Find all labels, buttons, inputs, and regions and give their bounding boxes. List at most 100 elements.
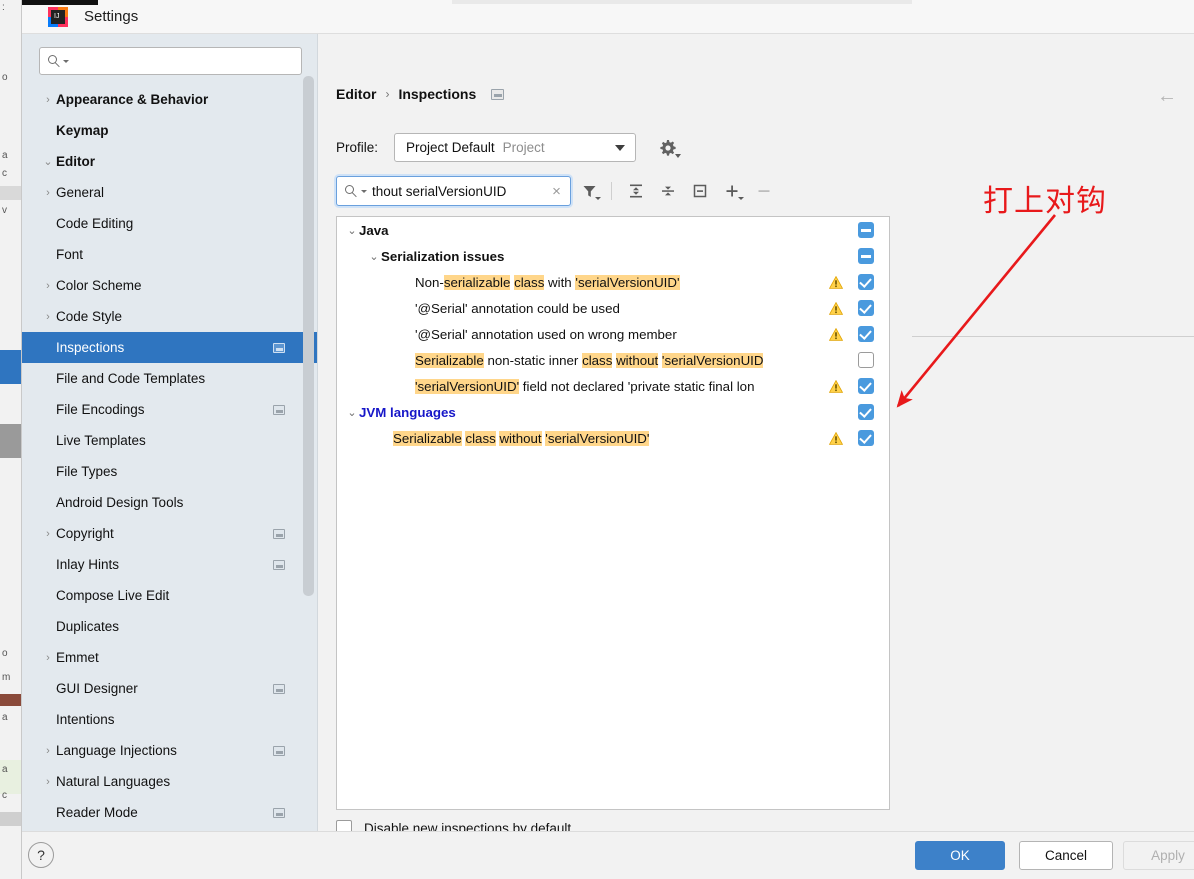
- inspections-tree[interactable]: ⌄ Java ⌄ Serialization issues Non-serializab…: [336, 216, 890, 810]
- sidebar-item-code-style[interactable]: › Code Style: [22, 301, 317, 332]
- sidebar-item-font[interactable]: Font: [22, 239, 317, 270]
- inspection-tree-row[interactable]: ⌄ Serialization issues: [337, 243, 889, 269]
- project-scope-badge-icon: [273, 404, 285, 415]
- cancel-button[interactable]: Cancel: [1019, 841, 1113, 870]
- sidebar-item-general[interactable]: › General: [22, 177, 317, 208]
- sidebar-item-language-injections[interactable]: › Language Injections: [22, 735, 317, 766]
- sidebar-item-label: File Encodings: [56, 402, 145, 417]
- inspection-tree-row[interactable]: '@Serial' annotation could be used: [337, 295, 889, 321]
- sidebar-item-intentions[interactable]: Intentions: [22, 704, 317, 735]
- sidebar-item-label: File Types: [56, 464, 118, 479]
- sidebar-scrollbar-thumb[interactable]: [303, 76, 314, 596]
- inspection-row-label: '@Serial' annotation could be used: [415, 300, 620, 316]
- chevron-down-icon[interactable]: ⌄: [345, 224, 359, 237]
- profile-dropdown[interactable]: Project Default Project: [394, 133, 637, 162]
- sidebar-search-input[interactable]: [73, 52, 293, 70]
- chevron-right-icon[interactable]: ›: [40, 187, 56, 199]
- search-options-chevron-icon[interactable]: [63, 59, 69, 63]
- help-button[interactable]: ?: [28, 842, 54, 868]
- chevron-right-icon[interactable]: ›: [40, 528, 56, 540]
- sidebar-search-box[interactable]: [39, 47, 302, 75]
- inspection-row-label: Java: [359, 222, 389, 238]
- search-options-chevron-icon[interactable]: [361, 189, 367, 193]
- chevron-down-icon: [615, 144, 626, 151]
- sidebar-item-file-types[interactable]: File Types: [22, 456, 317, 487]
- expand-all-icon[interactable]: [622, 177, 650, 205]
- gear-dropdown-chevron-icon: [675, 153, 682, 158]
- inspection-enabled-checkbox[interactable]: [858, 248, 874, 264]
- inspection-enabled-checkbox[interactable]: [858, 326, 874, 342]
- sidebar-item-live-templates[interactable]: Live Templates: [22, 425, 317, 456]
- inspection-tree-row[interactable]: ⌄ JVM languages: [337, 399, 889, 425]
- inspection-tree-row[interactable]: 'serialVersionUID' field not declared 'p…: [337, 373, 889, 399]
- sidebar-item-gui-designer[interactable]: GUI Designer: [22, 673, 317, 704]
- ok-button[interactable]: OK: [915, 841, 1005, 870]
- project-scope-badge-icon: [273, 807, 285, 818]
- sidebar-item-label: Font: [56, 247, 84, 262]
- sidebar-item-compose-live-edit[interactable]: Compose Live Edit: [22, 580, 317, 611]
- inspection-enabled-checkbox[interactable]: [858, 274, 874, 290]
- inspection-enabled-checkbox[interactable]: [858, 430, 874, 446]
- inspection-enabled-checkbox[interactable]: [858, 222, 874, 238]
- sidebar-item-label: Intentions: [56, 712, 115, 727]
- breadcrumb-parent[interactable]: Editor: [336, 86, 376, 102]
- chevron-right-icon[interactable]: ›: [40, 652, 56, 664]
- chevron-right-icon[interactable]: ›: [40, 745, 56, 757]
- chevron-down-icon[interactable]: ⌄: [40, 155, 56, 168]
- warning-severity-icon[interactable]: [828, 379, 844, 393]
- inspection-enabled-checkbox[interactable]: [858, 352, 874, 368]
- sidebar-item-label: Duplicates: [56, 619, 120, 634]
- warning-severity-icon[interactable]: [828, 301, 844, 315]
- inspection-row-label: Serializable non-static inner class with…: [415, 352, 764, 368]
- chevron-down-icon[interactable]: ⌄: [367, 250, 381, 263]
- inspection-search-box[interactable]: ×: [336, 176, 571, 206]
- sidebar-item-inspections[interactable]: Inspections: [22, 332, 317, 363]
- add-icon[interactable]: [718, 177, 746, 205]
- sidebar-item-keymap[interactable]: Keymap: [22, 115, 317, 146]
- chevron-right-icon[interactable]: ›: [40, 280, 56, 292]
- inspection-enabled-checkbox[interactable]: [858, 404, 874, 420]
- sidebar-item-editor[interactable]: ⌄ Editor: [22, 146, 317, 177]
- warning-severity-icon[interactable]: [828, 275, 844, 289]
- profile-scope: Project: [502, 140, 545, 155]
- sidebar-item-color-scheme[interactable]: › Color Scheme: [22, 270, 317, 301]
- chevron-right-icon[interactable]: ›: [40, 776, 56, 788]
- sidebar-scrollbar[interactable]: [303, 76, 314, 781]
- inspection-enabled-checkbox[interactable]: [858, 300, 874, 316]
- inspection-tree-row[interactable]: Non-serializable class with 'serialVersi…: [337, 269, 889, 295]
- sidebar-item-inlay-hints[interactable]: Inlay Hints: [22, 549, 317, 580]
- inspection-tree-row[interactable]: '@Serial' annotation used on wrong membe…: [337, 321, 889, 347]
- inspection-tree-row[interactable]: Serializable class without 'serialVersio…: [337, 425, 889, 451]
- collapse-all-icon[interactable]: [654, 177, 682, 205]
- sidebar-item-label: Reader Mode: [56, 805, 138, 820]
- inspections-panel: Editor › Inspections ← Profile: Project …: [318, 34, 1194, 836]
- collapse-node-icon[interactable]: [686, 177, 714, 205]
- sidebar-item-duplicates[interactable]: Duplicates: [22, 611, 317, 642]
- sidebar-item-reader-mode[interactable]: Reader Mode: [22, 797, 317, 828]
- sidebar-item-file-encodings[interactable]: File Encodings: [22, 394, 317, 425]
- sidebar-item-android-design-tools[interactable]: Android Design Tools: [22, 487, 317, 518]
- search-icon: [345, 184, 358, 198]
- sidebar-item-label: Keymap: [56, 123, 109, 138]
- sidebar-item-code-editing[interactable]: Code Editing: [22, 208, 317, 239]
- inspection-tree-row[interactable]: ⌄ Java: [337, 217, 889, 243]
- sidebar-item-emmet[interactable]: › Emmet: [22, 642, 317, 673]
- sidebar-item-copyright[interactable]: › Copyright: [22, 518, 317, 549]
- sidebar-item-appearance-behavior[interactable]: › Appearance & Behavior: [22, 84, 317, 115]
- inspection-enabled-checkbox[interactable]: [858, 378, 874, 394]
- sidebar-item-natural-languages[interactable]: › Natural Languages: [22, 766, 317, 797]
- inspection-search-input[interactable]: [370, 182, 549, 200]
- filter-icon[interactable]: [575, 177, 603, 205]
- sidebar-item-file-and-code-templates[interactable]: File and Code Templates: [22, 363, 317, 394]
- warning-severity-icon[interactable]: [828, 431, 844, 445]
- sidebar-item-label: File and Code Templates: [56, 371, 206, 386]
- inspection-tree-row[interactable]: Serializable non-static inner class with…: [337, 347, 889, 373]
- sidebar-item-label: Code Editing: [56, 216, 134, 231]
- chevron-right-icon[interactable]: ›: [40, 94, 56, 106]
- gear-icon[interactable]: [658, 138, 682, 158]
- clear-search-icon[interactable]: ×: [549, 183, 564, 200]
- chevron-right-icon[interactable]: ›: [40, 311, 56, 323]
- back-arrow-icon[interactable]: ←: [1154, 86, 1180, 106]
- chevron-down-icon[interactable]: ⌄: [345, 406, 359, 419]
- warning-severity-icon[interactable]: [828, 327, 844, 341]
